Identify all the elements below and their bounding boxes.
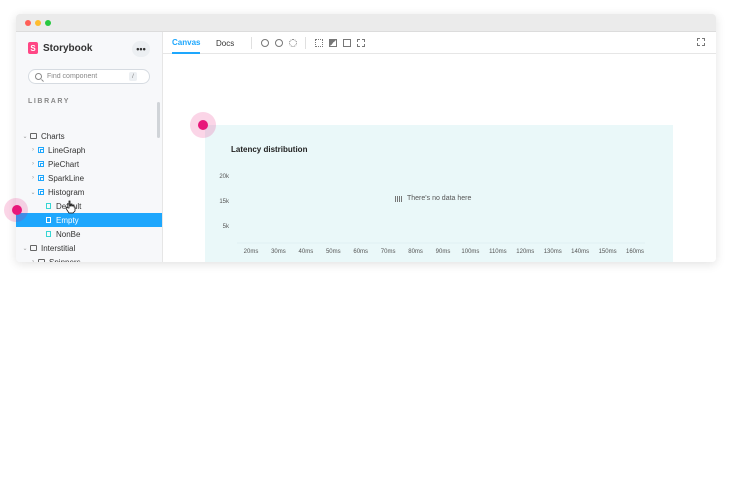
- sidebar-item-linegraph[interactable]: › LineGraph: [16, 143, 162, 157]
- component-icon: [38, 175, 44, 181]
- sidebar: S Storybook ••• / LIBRARY ⌄ Charts › LineGr…: [16, 32, 163, 262]
- toolbar: Canvas Docs: [163, 32, 716, 54]
- story-icon: [46, 231, 51, 237]
- sidebar-item-label: Charts: [41, 131, 65, 141]
- sidebar-item-piechart[interactable]: › PieChart: [16, 157, 162, 171]
- chevron-right-icon: ›: [32, 175, 34, 181]
- component-icon: [38, 161, 44, 167]
- x-tick-label: 20ms: [244, 249, 259, 255]
- component-icon: [38, 147, 44, 153]
- sidebar-item-spinners[interactable]: › Spinners: [16, 255, 162, 262]
- story-icon: [46, 203, 51, 209]
- brand[interactable]: S Storybook: [28, 42, 92, 54]
- chevron-down-icon: ⌄: [22, 133, 28, 140]
- chart-plot-area: 20k 15k 5k 20ms 30ms 40ms 50ms 60ms 70ms 80ms 90ms…: [219, 174, 645, 255]
- x-tick-label: 40ms: [299, 249, 314, 255]
- chevron-down-icon: ⌄: [30, 189, 36, 196]
- sidebar-item-sparkline[interactable]: › SparkLine: [16, 171, 162, 185]
- empty-state-message: There's no data here: [395, 195, 471, 202]
- preview-canvas: Latency distribution 20k 15k 5k 20ms 30ms 40m…: [163, 55, 716, 262]
- tab-docs[interactable]: Docs: [216, 32, 234, 54]
- x-tick-label: 120ms: [516, 249, 534, 255]
- x-tick-label: 30ms: [271, 249, 286, 255]
- search-icon: [35, 73, 42, 80]
- x-tick-label: 160ms: [626, 249, 644, 255]
- chevron-down-icon: ⌄: [22, 245, 28, 252]
- sidebar-item-empty[interactable]: Empty: [16, 213, 162, 227]
- folder-icon: [38, 259, 45, 262]
- x-tick-label: 100ms: [461, 249, 479, 255]
- click-highlight-dot: [198, 120, 208, 130]
- zoom-reset-icon[interactable]: [289, 39, 297, 47]
- folder-icon: [30, 133, 37, 139]
- sidebar-item-label: Spinners: [49, 257, 81, 263]
- zoom-in-icon[interactable]: [261, 39, 269, 47]
- x-tick-label: 70ms: [381, 249, 396, 255]
- toolbar-divider: [251, 37, 252, 49]
- x-tick-label: 60ms: [353, 249, 368, 255]
- toolbar-divider: [305, 37, 306, 49]
- storybook-logo-icon: S: [28, 42, 38, 54]
- window-titlebar: [16, 14, 716, 32]
- hand-cursor-icon: [65, 200, 76, 214]
- tab-canvas[interactable]: Canvas: [172, 32, 201, 54]
- grid-icon[interactable]: [315, 39, 323, 47]
- zoom-out-icon[interactable]: [275, 39, 283, 47]
- sidebar-item-histogram[interactable]: ⌄ Histogram: [16, 185, 162, 199]
- app-window: S Storybook ••• / LIBRARY ⌄ Charts › LineGr…: [16, 14, 716, 262]
- background-icon[interactable]: [329, 39, 337, 47]
- y-tick-label: 5k: [223, 224, 230, 230]
- x-tick-label: 140ms: [571, 249, 589, 255]
- sidebar-item-label: SparkLine: [48, 173, 85, 183]
- viewport-icon[interactable]: [343, 39, 351, 47]
- chevron-right-icon: ›: [32, 147, 34, 153]
- sidebar-item-label: NonBe: [56, 229, 81, 239]
- search-shortcut-key: /: [129, 72, 137, 81]
- x-tick-label: 110ms: [489, 249, 507, 255]
- x-tick-label: 50ms: [326, 249, 341, 255]
- sidebar-item-interstitial[interactable]: ⌄ Interstitial: [16, 241, 162, 255]
- search-box[interactable]: /: [28, 69, 150, 84]
- chevron-right-icon: ›: [32, 259, 34, 262]
- x-tick-label: 90ms: [436, 249, 451, 255]
- close-window-button[interactable]: [25, 20, 31, 26]
- outline-icon[interactable]: [357, 39, 365, 47]
- screen: S Storybook ••• / LIBRARY ⌄ Charts › LineGr…: [0, 0, 732, 498]
- minimize-window-button[interactable]: [35, 20, 41, 26]
- signal-bars-icon: [395, 195, 403, 202]
- folder-icon: [30, 245, 37, 251]
- chevron-right-icon: ›: [32, 161, 34, 167]
- x-tick-label: 150ms: [599, 249, 617, 255]
- sidebar-item-default[interactable]: Default: [16, 199, 162, 213]
- sidebar-scrollbar[interactable]: [157, 102, 160, 138]
- search-input[interactable]: [47, 73, 129, 80]
- x-tick-label: 130ms: [544, 249, 562, 255]
- sidebar-item-nonbe[interactable]: NonBe: [16, 227, 162, 241]
- click-highlight-dot: [12, 205, 22, 215]
- brand-name: Storybook: [43, 42, 93, 54]
- y-tick-label: 20k: [219, 174, 230, 180]
- sidebar-item-charts[interactable]: ⌄ Charts: [16, 129, 162, 143]
- sidebar-item-label: LineGraph: [48, 145, 86, 155]
- sidebar-item-label: Histogram: [48, 187, 85, 197]
- empty-state-text: There's no data here: [407, 195, 472, 202]
- sidebar-menu-button[interactable]: •••: [132, 41, 150, 57]
- sidebar-item-label: Interstitial: [41, 243, 76, 253]
- maximize-window-button[interactable]: [45, 20, 51, 26]
- expand-icon[interactable]: [697, 38, 705, 46]
- section-label-library: LIBRARY: [28, 98, 71, 105]
- sidebar-item-label: Empty: [56, 215, 79, 225]
- story-icon: [46, 217, 51, 223]
- histogram-chart: Latency distribution 20k 15k 5k 20ms 30ms 40m…: [205, 125, 673, 262]
- component-icon: [38, 189, 44, 195]
- sidebar-item-label: PieChart: [48, 159, 80, 169]
- y-tick-label: 15k: [219, 199, 230, 205]
- x-tick-label: 80ms: [408, 249, 423, 255]
